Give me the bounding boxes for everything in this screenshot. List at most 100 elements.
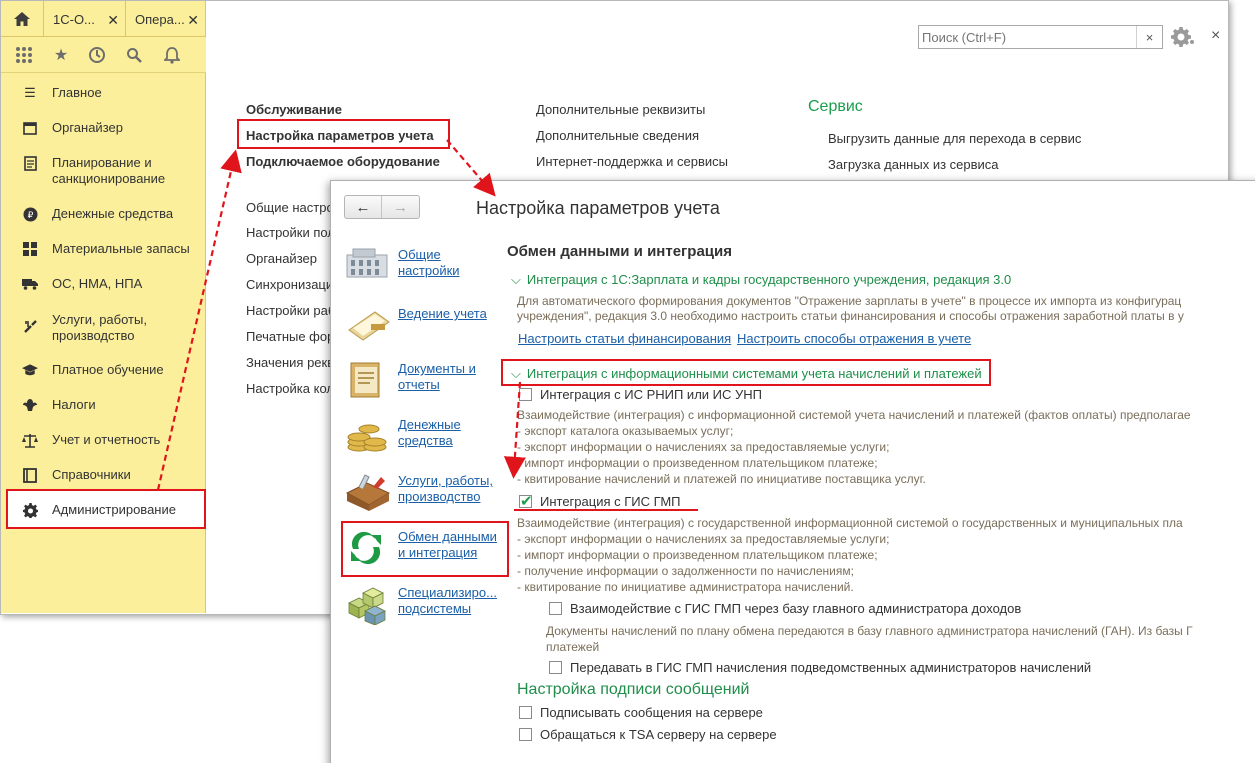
- home-icon: [14, 12, 30, 26]
- gis-desc-line: - импорт информации о произведенном плат…: [517, 548, 878, 562]
- sidebar-item-assets[interactable]: ОС, НМА, НПА: [1, 274, 206, 294]
- sign-on-server-row[interactable]: Подписывать сообщения на сервере: [519, 705, 763, 720]
- link-maintenance[interactable]: Обслуживание: [246, 102, 342, 117]
- sidebar-item-main[interactable]: ☰ Главное: [1, 83, 206, 103]
- via-main-admin-checkbox[interactable]: [549, 602, 562, 615]
- nav-general-settings[interactable]: Общие настройки: [345, 247, 505, 287]
- cubes-icon: [345, 585, 391, 626]
- nav-data-exchange[interactable]: Обмен данными и интеграция: [345, 529, 505, 569]
- sidebar-item-money[interactable]: ₽ Денежные средства: [1, 204, 206, 224]
- link-requisites-values[interactable]: Значения рекв: [246, 355, 334, 370]
- grid-icon: [22, 241, 38, 257]
- link-export-service[interactable]: Выгрузить данные для перехода в сервис: [828, 131, 1081, 146]
- svg-text:₽: ₽: [27, 210, 33, 220]
- zarplata-group-header[interactable]: ⌵ Интеграция с 1С:Зарплата и кадры госуда…: [511, 272, 1011, 288]
- document-icon: [22, 155, 38, 171]
- building-icon: [345, 247, 391, 287]
- folder-icon: [345, 361, 391, 401]
- link-accounting-settings[interactable]: Настройка параметров учета: [246, 128, 434, 143]
- link-internet-support[interactable]: Интернет-поддержка и сервисы: [536, 154, 728, 169]
- rnip-desc-line: - импорт информации о произведенном плат…: [517, 456, 878, 470]
- link-reflection-methods[interactable]: Настроить способы отражения в учете: [737, 331, 971, 346]
- via-main-admin-checkbox-row[interactable]: Взаимодействие с ГИС ГМП через базу глав…: [549, 601, 1021, 616]
- rnip-checkbox[interactable]: [519, 388, 532, 401]
- section-heading: Обмен данными и интеграция: [507, 243, 732, 260]
- link-sync[interactable]: Синхронизаци: [246, 277, 333, 292]
- sidebar-item-services[interactable]: Услуги, работы, производство: [1, 310, 206, 346]
- zarplata-desc-line: учреждения", редакция 3.0 необходимо нас…: [517, 309, 1184, 323]
- link-financing-articles[interactable]: Настроить статьи финансирования: [518, 331, 731, 346]
- via-main-desc-line: платежей: [546, 640, 600, 654]
- tools-icon: [22, 318, 38, 334]
- bell-icon[interactable]: [161, 45, 183, 65]
- link-count-settings[interactable]: Настройка кол: [246, 381, 334, 396]
- gis-gmp-checkbox-row[interactable]: Интеграция с ГИС ГМП: [519, 492, 681, 510]
- nav-services-production[interactable]: Услуги, работы, производство: [345, 473, 505, 513]
- sidebar-item-taxes[interactable]: Налоги: [1, 395, 206, 415]
- sidebar-item-organizer[interactable]: Органайзер: [1, 118, 206, 138]
- tab-label: 1С-О...: [53, 11, 95, 27]
- link-user-settings[interactable]: Настройки пол: [246, 225, 335, 240]
- rnip-desc-line: - квитирование начислений и платежей по …: [517, 472, 926, 486]
- sidebar-item-planning[interactable]: Планирование и санкционирование: [1, 153, 206, 189]
- eagle-icon: [22, 397, 38, 413]
- transfer-checkbox[interactable]: [549, 661, 562, 674]
- close-window-button[interactable]: ×: [1211, 27, 1220, 45]
- graduation-icon: [22, 362, 38, 378]
- link-import-service[interactable]: Загрузка данных из сервиса: [828, 157, 999, 172]
- search-input[interactable]: [922, 28, 1132, 46]
- gis-desc-line: Взаимодействие (интеграция) с государств…: [517, 516, 1183, 530]
- clear-search-button[interactable]: ×: [1136, 26, 1162, 48]
- menu-icon: ☰: [24, 85, 36, 100]
- nav-accounting[interactable]: Ведение учета: [345, 306, 505, 346]
- star-icon[interactable]: ★: [50, 45, 72, 65]
- service-heading: Сервис: [808, 98, 863, 115]
- home-tab[interactable]: [1, 1, 44, 37]
- tsa-server-row[interactable]: Обращаться к TSA серверу на сервере: [519, 727, 777, 742]
- close-icon[interactable]: ✕: [107, 12, 119, 29]
- transfer-checkbox-row[interactable]: Передавать в ГИС ГМП начисления подведом…: [549, 660, 1091, 675]
- link-work-settings[interactable]: Настройки раб: [246, 303, 335, 318]
- tab-label: Опера...: [135, 11, 185, 27]
- tab-bar: 1С-О... ✕ Опера... ✕: [1, 1, 206, 37]
- close-icon[interactable]: ✕: [187, 12, 199, 29]
- link-general-settings[interactable]: Общие настро: [246, 200, 334, 215]
- chevron-down-icon: ⌵: [511, 272, 521, 287]
- back-button[interactable]: ←: [345, 196, 382, 218]
- nav-specialized-subsystems[interactable]: Специализиро... подсистемы: [345, 585, 505, 626]
- rnip-desc-line: Взаимодействие (интеграция) с информацио…: [517, 408, 1191, 422]
- forward-button[interactable]: →: [382, 196, 419, 218]
- sidebar-item-materials[interactable]: Материальные запасы: [1, 239, 206, 259]
- link-connected-equipment[interactable]: Подключаемое оборудование: [246, 154, 440, 169]
- link-print-forms[interactable]: Печатные фор: [246, 329, 334, 344]
- gis-gmp-checkbox[interactable]: [519, 492, 533, 510]
- sidebar-item-administration[interactable]: Администрирование: [1, 500, 206, 520]
- tab-1c[interactable]: 1С-О... ✕: [44, 1, 126, 37]
- sign-on-server-checkbox[interactable]: [519, 706, 532, 719]
- sidebar-item-training[interactable]: Платное обучение: [1, 360, 206, 380]
- search-field[interactable]: ×: [918, 25, 1163, 49]
- window-title: Настройка параметров учета: [476, 198, 720, 218]
- rnip-checkbox-row[interactable]: Интеграция с ИС РНИП или ИС УНП: [519, 387, 762, 402]
- nav-money[interactable]: Денежные средства: [345, 417, 505, 457]
- sidebar: ☰ Главное Органайзер Планирование и санк…: [1, 73, 206, 613]
- truck-icon: [22, 276, 38, 292]
- screenshot-root: { "back_window": { "tabs": { "home_icon"…: [0, 0, 1255, 763]
- rnip-desc-line: - экспорт каталога оказываемых услуг;: [517, 424, 734, 438]
- apps-grid-icon[interactable]: [13, 45, 35, 65]
- tab-operations[interactable]: Опера... ✕: [126, 1, 206, 37]
- sidebar-item-accounting[interactable]: Учет и отчетность: [1, 430, 206, 450]
- link-organizer[interactable]: Органайзер: [246, 251, 317, 266]
- search-icon[interactable]: [123, 45, 145, 65]
- history-icon[interactable]: [86, 45, 108, 65]
- search-area: ×: [918, 25, 1163, 49]
- link-additional-info[interactable]: Дополнительные сведения: [536, 128, 699, 143]
- sidebar-item-references[interactable]: Справочники: [1, 465, 206, 485]
- link-additional-requisites[interactable]: Дополнительные реквизиты: [536, 102, 705, 117]
- zarplata-desc-line: Для автоматического формирования докумен…: [517, 294, 1182, 308]
- signature-section-heading: Настройка подписи сообщений: [517, 681, 750, 698]
- tsa-server-checkbox[interactable]: [519, 728, 532, 741]
- nav-documents-reports[interactable]: Документы и отчеты: [345, 361, 505, 401]
- integration-group-header[interactable]: ⌵ Интеграция с информационными системами …: [511, 366, 982, 382]
- gear-icon[interactable]: [1171, 25, 1199, 49]
